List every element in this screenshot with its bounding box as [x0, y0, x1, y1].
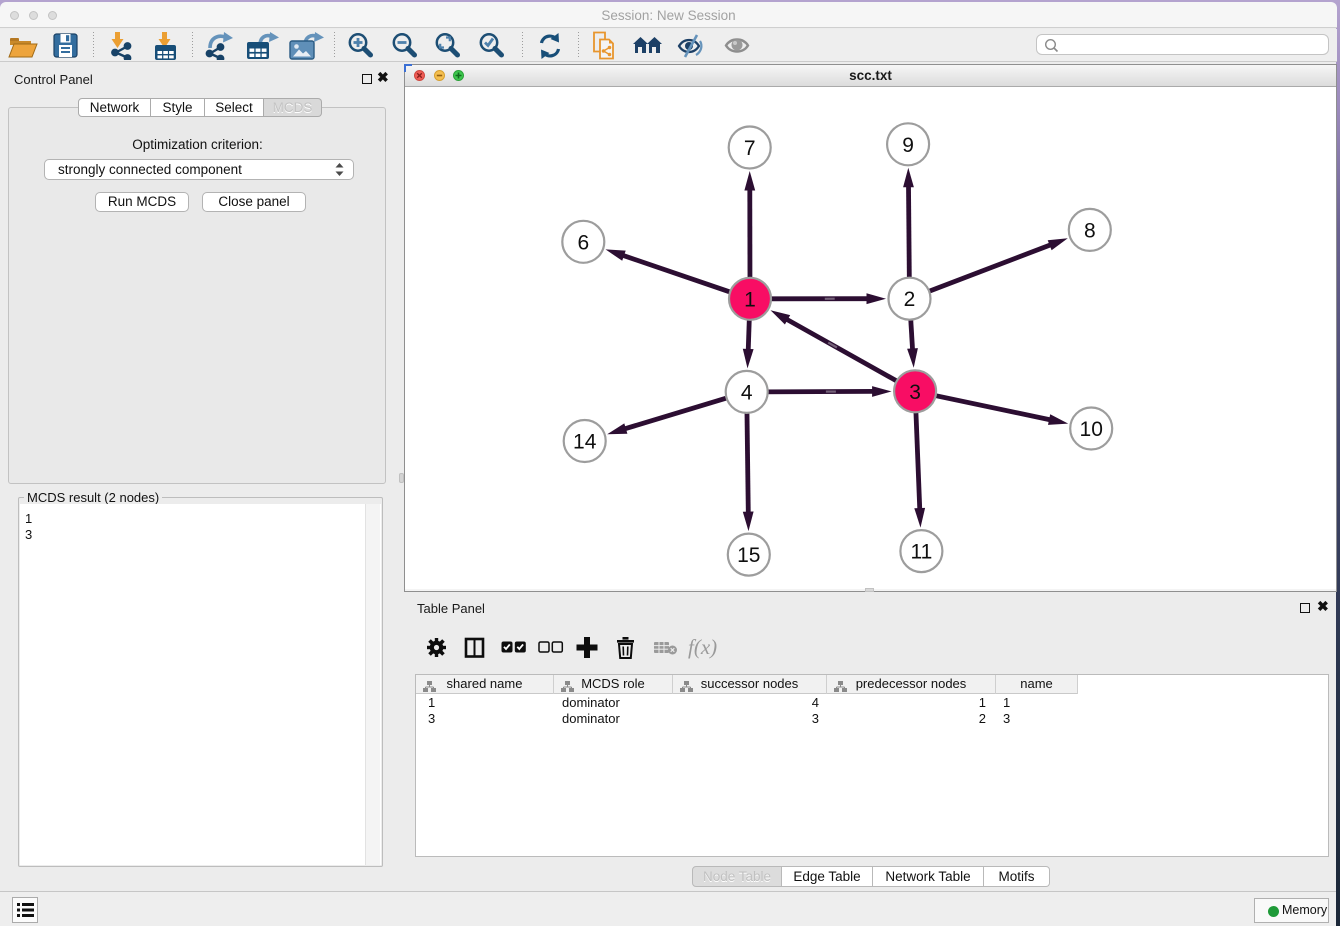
svg-text:15: 15 [737, 544, 760, 567]
svg-text:10: 10 [1080, 418, 1103, 441]
svg-text:7: 7 [744, 137, 756, 160]
svg-text:9: 9 [902, 134, 914, 157]
svg-text:14: 14 [573, 431, 597, 454]
svg-text:2: 2 [904, 288, 916, 311]
svg-text:4: 4 [741, 381, 753, 404]
svg-text:8: 8 [1084, 219, 1096, 242]
svg-text:3: 3 [909, 381, 921, 404]
svg-text:1: 1 [744, 288, 756, 311]
svg-text:6: 6 [577, 231, 589, 254]
svg-text:11: 11 [910, 541, 932, 564]
